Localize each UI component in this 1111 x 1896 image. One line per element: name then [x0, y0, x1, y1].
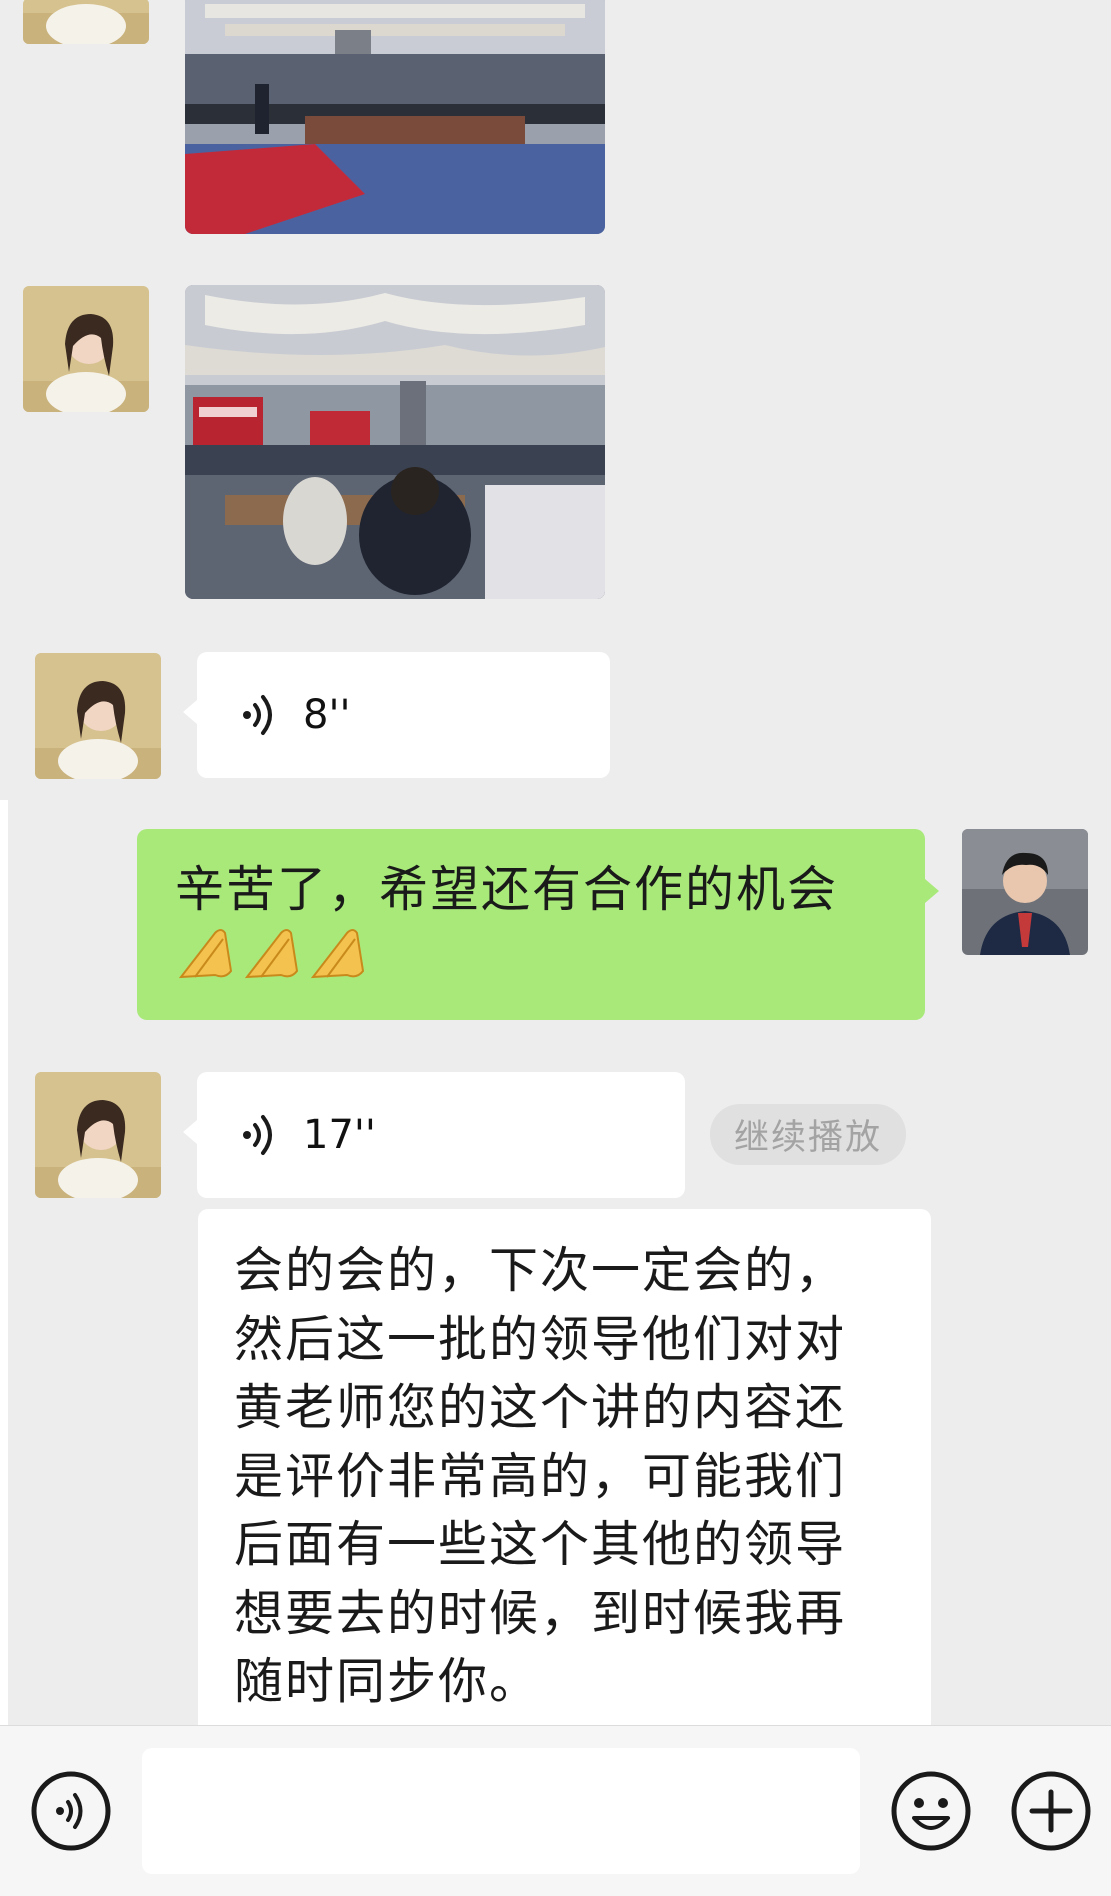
- pray-emoji-icon: [310, 929, 365, 979]
- voice-duration: 17'': [303, 1112, 376, 1158]
- outgoing-message-text: 辛苦了，希望还有合作的机会: [175, 861, 839, 918]
- voice-mode-button[interactable]: [30, 1770, 112, 1852]
- emoji-icon: [891, 1771, 971, 1851]
- voice-mode-icon: [31, 1771, 111, 1851]
- contact-avatar[interactable]: [23, 286, 149, 412]
- pray-emoji-icon: [244, 929, 299, 979]
- voice-wave-icon: [243, 1115, 272, 1155]
- resume-playback-button[interactable]: 继续播放: [710, 1104, 906, 1165]
- contact-avatar[interactable]: [23, 0, 149, 44]
- voice-message-bubble[interactable]: 17'': [183, 1072, 685, 1198]
- voice-message-bubble[interactable]: 8'': [183, 652, 610, 778]
- contact-avatar[interactable]: [35, 1072, 161, 1198]
- emoji-button[interactable]: [890, 1770, 972, 1852]
- message-input[interactable]: [142, 1748, 860, 1874]
- voice-transcript-text: 会的会的，下次一定会的，然后这一批的领导他们对对黄老师您的这个讲的内容还是评价非…: [234, 1242, 847, 1710]
- shared-photo-conference-2[interactable]: [185, 285, 605, 599]
- voice-duration: 8'': [303, 692, 351, 738]
- shared-photo-conference-1[interactable]: [185, 0, 605, 234]
- emoji-row: [175, 925, 887, 981]
- more-button[interactable]: [1010, 1770, 1092, 1852]
- chat-input-bar: [0, 1725, 1111, 1896]
- voice-transcript-bubble: 会的会的，下次一定会的，然后这一批的领导他们对对黄老师您的这个讲的内容还是评价非…: [198, 1209, 931, 1725]
- my-avatar[interactable]: [962, 829, 1088, 955]
- plus-icon: [1011, 1771, 1091, 1851]
- contact-avatar[interactable]: [35, 653, 161, 779]
- outgoing-message-bubble[interactable]: 辛苦了，希望还有合作的机会 🙏🙏🙏: [137, 829, 939, 1020]
- left-edge-strip: [0, 800, 8, 1725]
- voice-wave-icon: [243, 695, 272, 735]
- pray-emoji-icon: [178, 929, 233, 979]
